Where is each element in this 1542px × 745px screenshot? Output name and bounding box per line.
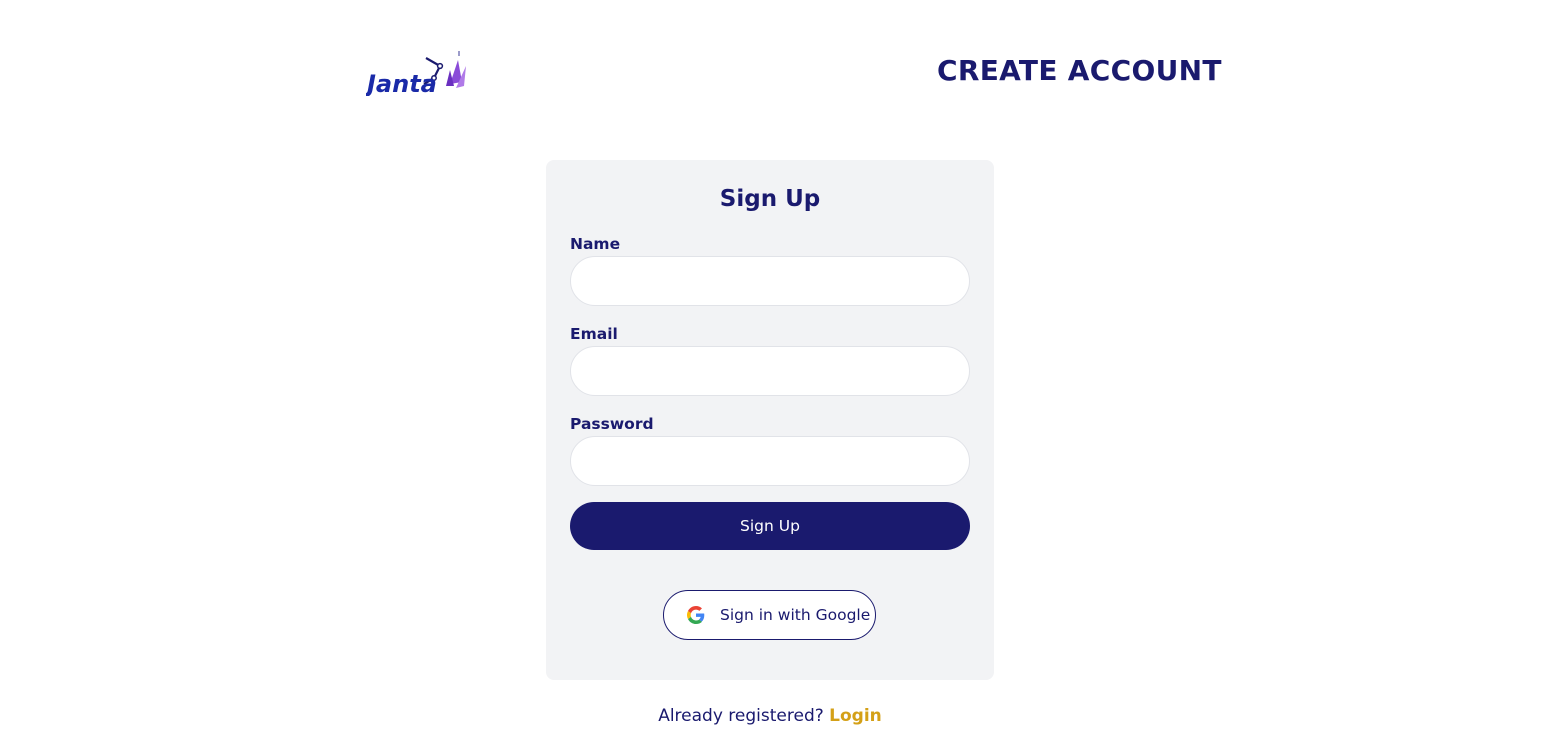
janta-logo[interactable]: Janta: [366, 48, 470, 96]
google-icon: [680, 599, 712, 631]
email-label: Email: [570, 325, 618, 343]
name-label: Name: [570, 235, 621, 253]
google-sign-in-button[interactable]: Sign in with Google: [663, 590, 876, 640]
google-sign-in-label: Sign in with Google: [720, 606, 871, 624]
form-title: Sign Up: [719, 186, 821, 212]
password-label: Password: [570, 415, 654, 433]
svg-text:Janta: Janta: [366, 70, 437, 96]
signup-card: Sign Up Name Email Password Sign Up Sign…: [546, 160, 994, 680]
login-link[interactable]: Login: [829, 706, 882, 726]
email-input[interactable]: [570, 346, 970, 396]
name-input[interactable]: [570, 256, 970, 306]
signup-page: Janta CREATE ACCOUNT Sign Up Name Email …: [0, 0, 1542, 745]
already-registered-text: Already registered?: [658, 706, 824, 726]
janta-logo-icon: Janta: [366, 51, 466, 96]
password-input[interactable]: [570, 436, 970, 486]
login-prompt: Already registered? Login: [0, 706, 1540, 726]
sign-up-button[interactable]: Sign Up: [570, 502, 970, 550]
page-title: CREATE ACCOUNT: [937, 54, 1222, 87]
